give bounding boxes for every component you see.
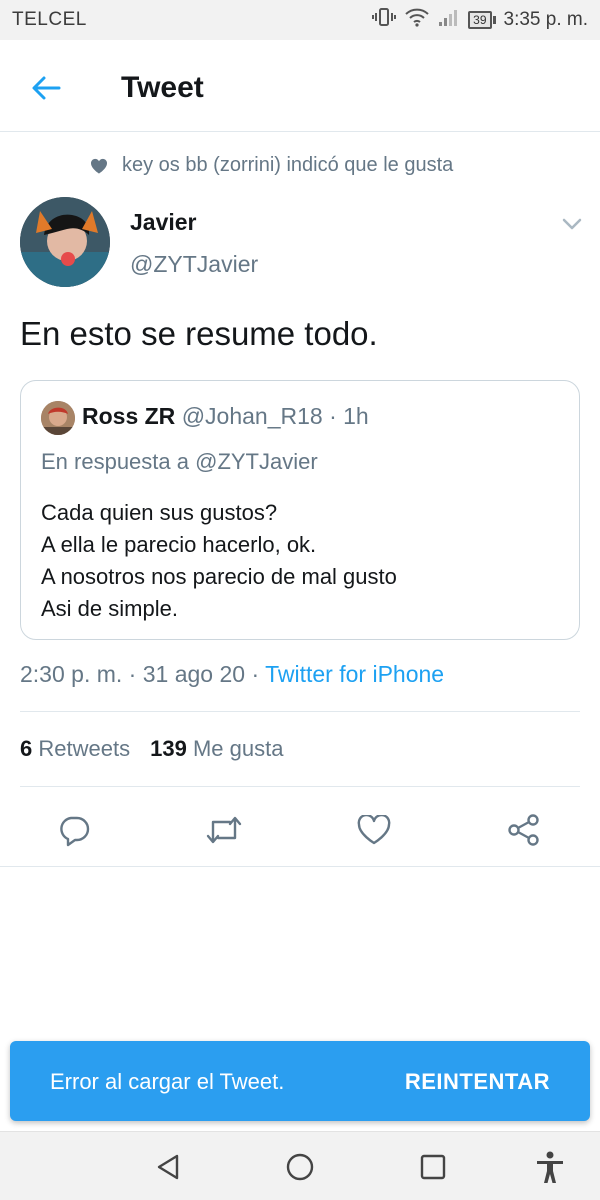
status-time: 3:35 p. m.	[503, 9, 589, 30]
reply-button[interactable]	[54, 810, 94, 850]
chevron-down-icon	[562, 218, 582, 230]
meta-separator: ·	[128, 661, 137, 687]
quoted-author-name: Ross ZR	[82, 403, 176, 429]
nav-home-button[interactable]	[282, 1149, 318, 1185]
divider	[20, 711, 580, 712]
reply-context: En respuesta a @ZYTJavier	[41, 449, 318, 475]
quoted-line: Asi de simple.	[41, 596, 178, 621]
meta-separator: ·	[251, 661, 260, 687]
quoted-avatar[interactable]	[41, 401, 75, 435]
author-handle[interactable]: @ZYTJavier	[130, 251, 258, 278]
heart-icon	[90, 158, 108, 173]
toast-message: Error al cargar el Tweet.	[50, 1069, 285, 1094]
likes-stat[interactable]: 139 Me gusta	[150, 736, 283, 762]
tweet-source-link[interactable]: Twitter for iPhone	[265, 661, 444, 687]
divider	[20, 786, 580, 787]
tweet-date: 31 ago 20	[142, 661, 246, 687]
page-title: Tweet	[121, 71, 204, 104]
tweet-text: En esto se resume todo.	[20, 315, 378, 352]
tweet-time: 2:30 p. m.	[20, 661, 123, 687]
retweets-label: Retweets	[38, 736, 131, 761]
nav-back-button[interactable]	[150, 1149, 186, 1185]
share-icon	[508, 814, 539, 846]
author-name[interactable]: Javier	[130, 209, 197, 236]
quoted-time: · 1h	[329, 403, 369, 429]
status-bar: TELCEL 39 3:35 p. m.	[0, 0, 600, 40]
accessibility-icon	[537, 1151, 563, 1183]
app-header: Tweet	[0, 40, 600, 132]
like-icon	[357, 815, 391, 845]
battery-icon: 39	[468, 11, 496, 29]
like-button[interactable]	[354, 810, 394, 850]
nav-accessibility-button[interactable]	[532, 1149, 568, 1185]
quoted-header: Ross ZR @Johan_R18 · 1h	[82, 403, 369, 430]
action-bar	[0, 800, 600, 864]
retweets-stat[interactable]: 6 Retweets	[20, 736, 130, 762]
circle-home-icon	[286, 1153, 314, 1181]
likes-label: Me gusta	[192, 736, 284, 761]
quoted-line: Cada quien sus gustos?	[41, 500, 278, 525]
reply-mention[interactable]: @ZYTJavier	[195, 449, 318, 474]
reply-prefix: En respuesta a	[41, 449, 189, 474]
square-recents-icon	[420, 1154, 446, 1180]
error-toast: Error al cargar el Tweet. REINTENTAR	[10, 1041, 590, 1121]
social-context[interactable]: key os bb (zorrini) indicó que le gusta	[90, 154, 453, 177]
battery-level: 39	[468, 11, 492, 29]
nav-recents-button[interactable]	[415, 1149, 451, 1185]
quoted-line: A ella le parecio hacerlo, ok.	[41, 532, 317, 557]
tweet-stats: 6 Retweets 139 Me gusta	[20, 736, 283, 762]
retweet-icon	[206, 816, 242, 844]
triangle-back-icon	[157, 1154, 179, 1180]
share-button[interactable]	[504, 810, 544, 850]
retry-button[interactable]: REINTENTAR	[405, 1069, 550, 1095]
wifi-icon	[404, 7, 430, 33]
quoted-line: A nosotros nos parecio de mal gusto	[41, 564, 397, 589]
divider	[0, 866, 600, 867]
quoted-text: Cada quien sus gustos? A ella le parecio…	[41, 497, 397, 625]
tweet-meta: 2:30 p. m. · 31 ago 20 · Twitter for iPh…	[20, 661, 444, 688]
carrier-name: TELCEL	[12, 9, 87, 30]
likes-count: 139	[150, 736, 187, 761]
tweet-options-button[interactable]	[560, 212, 584, 236]
social-context-text: key os bb (zorrini) indicó que le gusta	[122, 154, 454, 176]
signal-icon	[438, 7, 460, 33]
system-nav-bar	[0, 1131, 600, 1200]
back-button[interactable]	[28, 70, 64, 106]
status-icons: 39 3:35 p. m.	[372, 7, 588, 33]
arrow-left-icon	[32, 76, 61, 100]
retweet-button[interactable]	[204, 810, 244, 850]
quoted-tweet[interactable]: Ross ZR @Johan_R18 · 1h En respuesta a @…	[20, 380, 580, 640]
vibrate-icon	[372, 7, 397, 33]
retweets-count: 6	[20, 736, 33, 761]
reply-icon	[60, 816, 90, 847]
quoted-author-handle: @Johan_R18	[181, 403, 323, 429]
author-avatar[interactable]	[20, 197, 110, 287]
